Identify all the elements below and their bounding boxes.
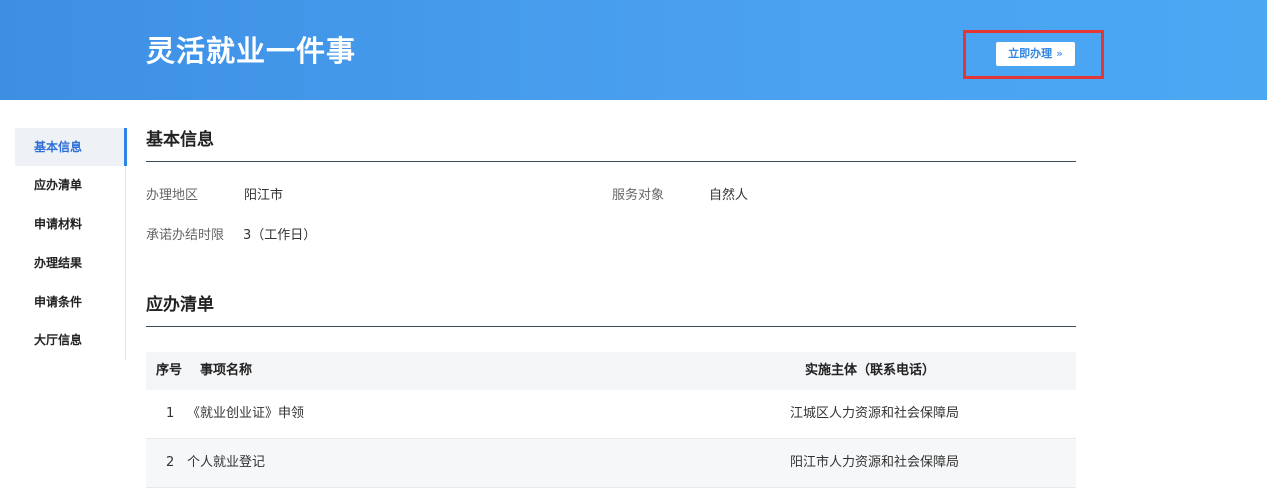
service-target-value: 自然人 bbox=[709, 188, 749, 203]
basic-info-heading: 基本信息 bbox=[146, 130, 214, 150]
time-limit-label: 承诺办结时限 bbox=[146, 228, 225, 243]
task-list-divider bbox=[146, 326, 1076, 327]
sidebar-item-task-list[interactable]: 应办清单 bbox=[15, 166, 125, 204]
row-agency: 阳江市人力资源和社会保障局 bbox=[790, 455, 960, 470]
page-title: 灵活就业一件事 bbox=[146, 34, 357, 68]
region-value: 阳江市 bbox=[244, 188, 284, 203]
service-target-label: 服务对象 bbox=[612, 188, 665, 203]
sidebar-nav: 基本信息 应办清单 申请材料 办理结果 申请条件 大厅信息 bbox=[15, 128, 127, 360]
apply-button-label: 立即办理 bbox=[1008, 47, 1053, 60]
time-limit-value: 3（工作日） bbox=[243, 228, 317, 243]
column-header-index: 序号 bbox=[156, 363, 183, 378]
row-index: 1 bbox=[166, 406, 175, 421]
double-chevron-right-icon: » bbox=[1056, 47, 1063, 60]
sidebar-item-hall-info[interactable]: 大厅信息 bbox=[15, 321, 125, 359]
page-header: 灵活就业一件事 立即办理» bbox=[0, 0, 1267, 100]
column-header-name: 事项名称 bbox=[200, 363, 253, 378]
apply-now-button[interactable]: 立即办理» bbox=[996, 42, 1075, 66]
sidebar-item-basic-info[interactable]: 基本信息 bbox=[15, 128, 127, 166]
table-row[interactable]: 2 个人就业登记 阳江市人力资源和社会保障局 bbox=[146, 439, 1076, 488]
task-table: 序号 事项名称 实施主体（联系电话） 1 《就业创业证》申领 江城区人力资源和社… bbox=[146, 352, 1076, 488]
row-index: 2 bbox=[166, 455, 175, 470]
sidebar-item-results[interactable]: 办理结果 bbox=[15, 244, 125, 282]
sidebar-item-conditions[interactable]: 申请条件 bbox=[15, 283, 125, 321]
table-header: 序号 事项名称 实施主体（联系电话） bbox=[146, 352, 1076, 390]
task-list-heading: 应办清单 bbox=[146, 295, 214, 315]
row-item-name[interactable]: 《就业创业证》申领 bbox=[187, 390, 304, 438]
row-item-name[interactable]: 个人就业登记 bbox=[187, 439, 265, 487]
region-label: 办理地区 bbox=[146, 188, 199, 203]
sidebar-item-materials[interactable]: 申请材料 bbox=[15, 205, 125, 243]
table-row[interactable]: 1 《就业创业证》申领 江城区人力资源和社会保障局 bbox=[146, 390, 1076, 439]
basic-info-divider bbox=[146, 161, 1076, 162]
row-agency: 江城区人力资源和社会保障局 bbox=[790, 406, 960, 421]
column-header-agency: 实施主体（联系电话） bbox=[805, 363, 936, 378]
